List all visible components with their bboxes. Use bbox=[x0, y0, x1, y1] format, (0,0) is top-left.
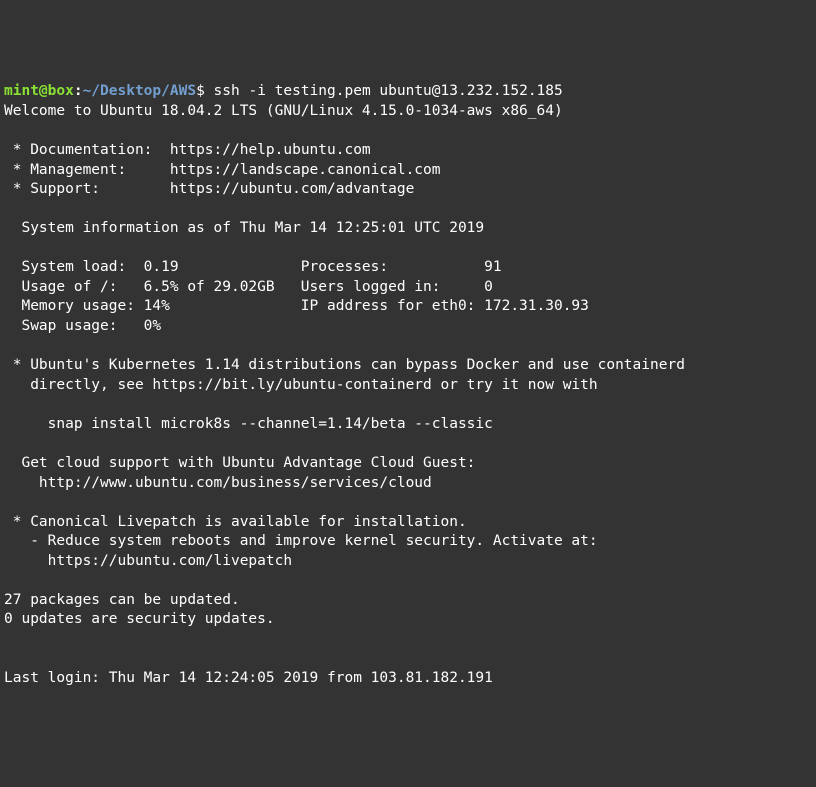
livepatch-line2: - Reduce system reboots and improve kern… bbox=[4, 533, 598, 549]
welcome-line: Welcome to Ubuntu 18.04.2 LTS (GNU/Linux… bbox=[4, 103, 563, 119]
prompt-path: ~/Desktop/AWS bbox=[83, 83, 197, 99]
lastlogin-line: Last login: Thu Mar 14 12:24:05 2019 fro… bbox=[4, 670, 493, 686]
prompt-colon: : bbox=[74, 83, 83, 99]
support-url: https://ubuntu.com/advantage bbox=[170, 181, 414, 197]
k8s-line2: directly, see https://bit.ly/ubuntu-cont… bbox=[4, 377, 598, 393]
sysinfo-usage: Usage of /: 6.5% of 29.02GB Users logged… bbox=[4, 279, 493, 295]
sysinfo-memory: Memory usage: 14% IP address for eth0: 1… bbox=[4, 298, 589, 314]
cloud-line1: Get cloud support with Ubuntu Advantage … bbox=[4, 455, 475, 471]
sysinfo-swap: Swap usage: 0% bbox=[4, 318, 161, 334]
k8s-snap: snap install microk8s --channel=1.14/bet… bbox=[4, 416, 493, 432]
ssh-command: ssh -i testing.pem ubuntu@13.232.152.185 bbox=[214, 83, 563, 99]
prompt-dollar: $ bbox=[196, 83, 213, 99]
doc-url: https://help.ubuntu.com bbox=[170, 142, 371, 158]
mgmt-line: * Management: https://landscape.canonica… bbox=[4, 162, 441, 178]
terminal-output[interactable]: mint@box:~/Desktop/AWS$ ssh -i testing.p… bbox=[4, 82, 812, 688]
updates-line2: 0 updates are security updates. bbox=[4, 611, 275, 627]
support-line: * Support: https://ubuntu.com/advantage bbox=[4, 181, 414, 197]
livepatch-line1: * Canonical Livepatch is available for i… bbox=[4, 514, 467, 530]
prompt-line: mint@box:~/Desktop/AWS$ ssh -i testing.p… bbox=[4, 83, 563, 99]
prompt-user: mint@box bbox=[4, 83, 74, 99]
updates-line1: 27 packages can be updated. bbox=[4, 592, 240, 608]
k8s-line1: * Ubuntu's Kubernetes 1.14 distributions… bbox=[4, 357, 685, 373]
cloud-line2: http://www.ubuntu.com/business/services/… bbox=[4, 475, 432, 491]
doc-line: * Documentation: https://help.ubuntu.com bbox=[4, 142, 371, 158]
livepatch-line3: https://ubuntu.com/livepatch bbox=[4, 553, 292, 569]
mgmt-url: https://landscape.canonical.com bbox=[170, 162, 441, 178]
sysinfo-load: System load: 0.19 Processes: 91 bbox=[4, 259, 502, 275]
sysinfo-header: System information as of Thu Mar 14 12:2… bbox=[4, 220, 484, 236]
